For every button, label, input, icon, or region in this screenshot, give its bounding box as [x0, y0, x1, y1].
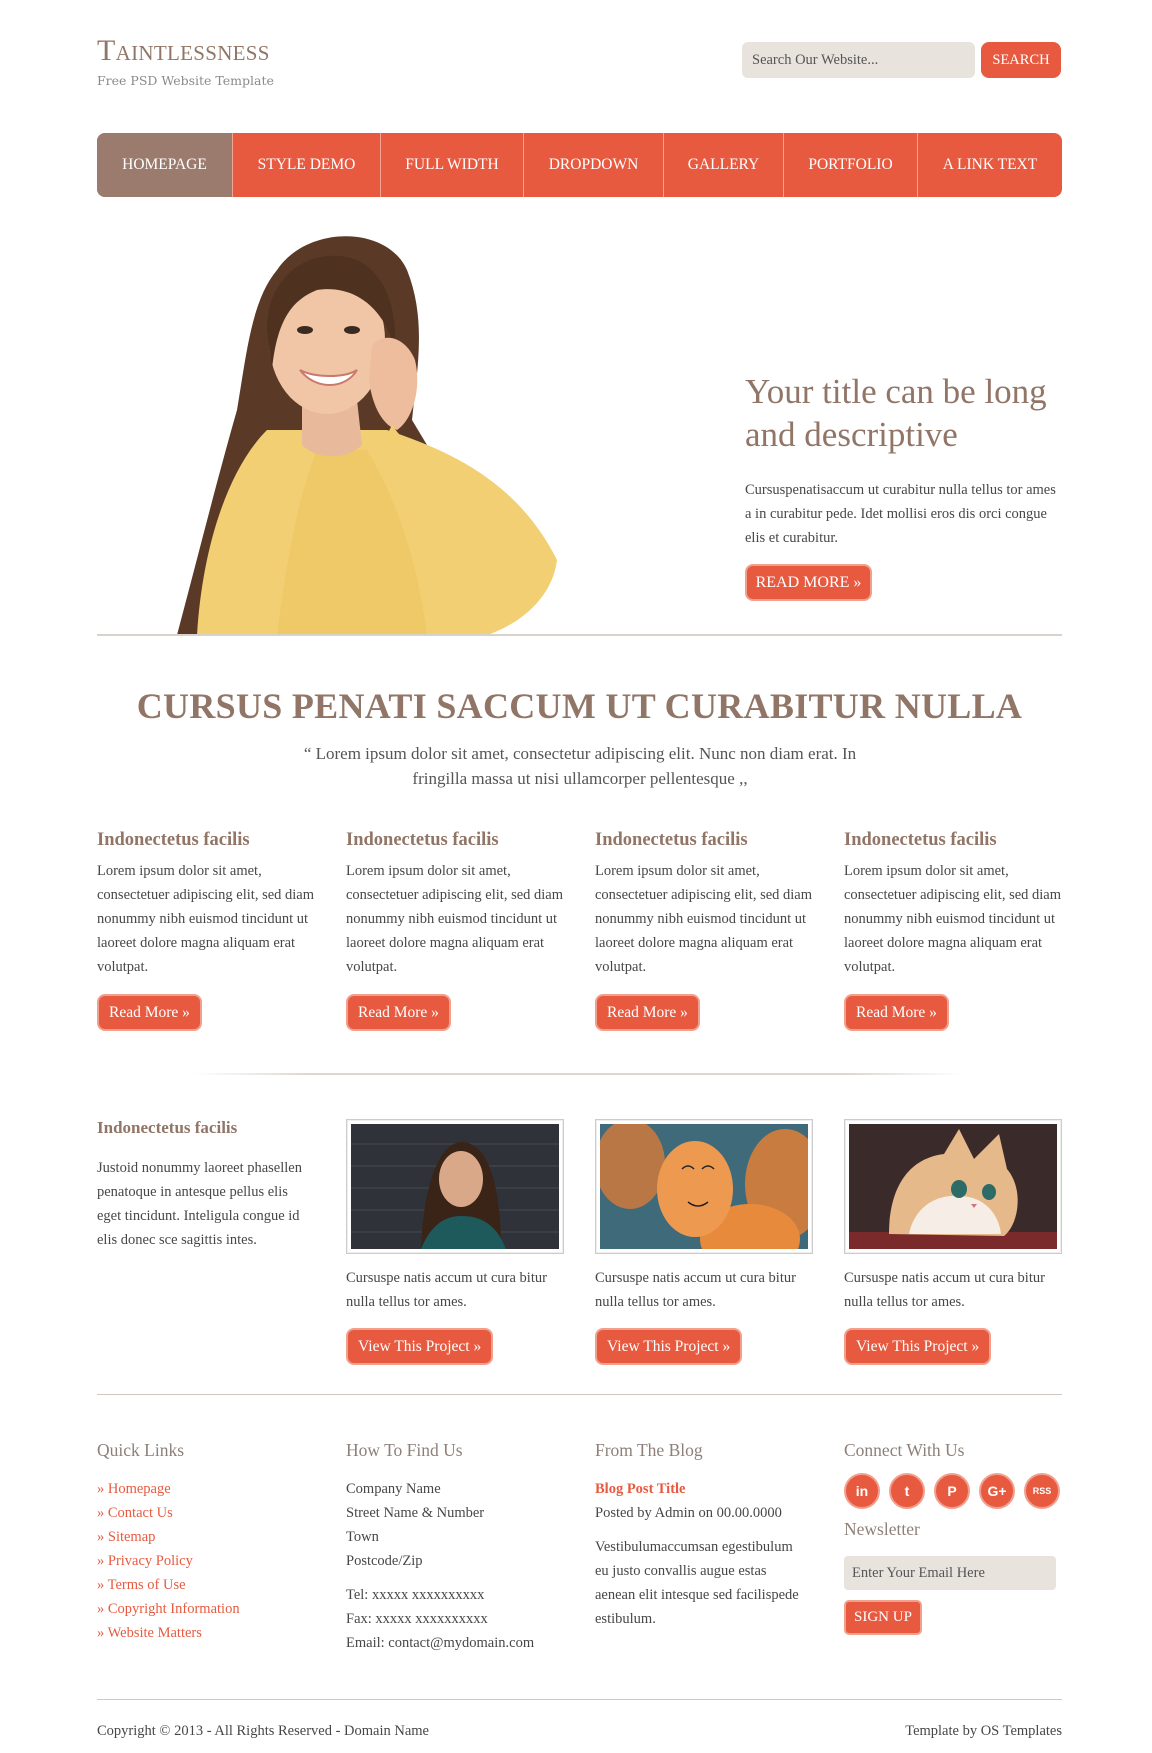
footer-heading: How To Find Us: [346, 1440, 463, 1460]
search-button[interactable]: SEARCH: [981, 42, 1061, 78]
view-project-button[interactable]: View This Project »: [844, 1328, 992, 1365]
contact-line: Fax: xxxxx xxxxxxxxxx: [346, 1611, 488, 1627]
read-more-button[interactable]: Read More »: [346, 994, 451, 1031]
hero-text: Cursuspenatisaccum ut curabitur nulla te…: [745, 482, 1056, 546]
view-project-button[interactable]: View This Project »: [346, 1328, 494, 1365]
feature-text: Lorem ipsum dolor sit amet, consectetuer…: [844, 863, 1062, 975]
nav-item-a-link-text[interactable]: A LINK TEXT: [918, 133, 1062, 197]
feature-column: Indonectetus facilis Lorem ipsum dolor s…: [346, 830, 571, 1031]
twitter-icon[interactable]: t: [889, 1473, 925, 1509]
newsletter-email-input[interactable]: [844, 1556, 1056, 1590]
footer-link-homepage[interactable]: » Homepage: [97, 1477, 322, 1501]
template-credit[interactable]: Template by OS Templates: [905, 1723, 1062, 1740]
blog-post-excerpt: Vestibulumaccumsan egestibulum eu justo …: [595, 1539, 799, 1627]
footer-link-contact[interactable]: » Contact Us: [97, 1501, 322, 1525]
feature-title: Indonectetus facilis: [844, 830, 997, 850]
nav-item-gallery[interactable]: GALLERY: [664, 133, 784, 197]
footer-link-copyright[interactable]: » Copyright Information: [97, 1597, 322, 1621]
intro-quote: “ Lorem ipsum dolor sit amet, consectetu…: [303, 744, 857, 788]
contact-line: Email: contact@mydomain.com: [346, 1635, 535, 1651]
feature-title: Indonectetus facilis: [97, 830, 250, 850]
footer-blog: From The Blog Blog Post Title Posted by …: [595, 1440, 810, 1631]
divider: [97, 1699, 1062, 1700]
nav-item-dropdown[interactable]: DROPDOWN: [524, 133, 664, 197]
nav-item-style-demo[interactable]: STYLE DEMO: [233, 133, 381, 197]
portrait-photo: [351, 1124, 559, 1249]
projects-intro-text: Justoid nonummy laoreet phasellen penato…: [97, 1160, 302, 1248]
feature-text: Lorem ipsum dolor sit amet, consectetuer…: [97, 863, 315, 975]
feature-text: Lorem ipsum dolor sit amet, consectetuer…: [595, 863, 813, 975]
footer-link-sitemap[interactable]: » Sitemap: [97, 1525, 322, 1549]
footer-link-terms[interactable]: » Terms of Use: [97, 1573, 322, 1597]
feature-column: Indonectetus facilis Lorem ipsum dolor s…: [97, 830, 322, 1031]
site-title[interactable]: Taintlessness: [97, 34, 270, 68]
nav-item-full-width[interactable]: FULL WIDTH: [381, 133, 524, 197]
rss-icon[interactable]: RSS: [1024, 1473, 1060, 1509]
project-caption: Cursuspe natis accum ut cura bitur nulla…: [844, 1270, 1045, 1310]
project-caption: Cursuspe natis accum ut cura bitur nulla…: [595, 1270, 796, 1310]
feature-title: Indonectetus facilis: [595, 830, 748, 850]
newsletter-heading: Newsletter: [844, 1519, 920, 1539]
address-line: Town: [346, 1529, 379, 1545]
site-tagline: Free PSD Website Template: [97, 73, 274, 88]
project-card: Cursuspe natis accum ut cura bitur nulla…: [844, 1119, 1062, 1365]
address-line: Street Name & Number: [346, 1505, 485, 1521]
main-nav: HOMEPAGE STYLE DEMO FULL WIDTH DROPDOWN …: [97, 133, 1062, 197]
project-caption: Cursuspe natis accum ut cura bitur nulla…: [346, 1270, 547, 1310]
read-more-button[interactable]: Read More »: [595, 994, 700, 1031]
hero-image: [157, 230, 557, 635]
footer-find-us: How To Find Us Company Name Street Name …: [346, 1440, 571, 1655]
linkedin-icon[interactable]: in: [844, 1473, 880, 1509]
feature-text: Lorem ipsum dolor sit amet, consectetuer…: [346, 863, 564, 975]
blog-post-title[interactable]: Blog Post Title: [595, 1477, 810, 1501]
footer-heading: Quick Links: [97, 1440, 185, 1460]
view-project-button[interactable]: View This Project »: [595, 1328, 743, 1365]
feature-column: Indonectetus facilis Lorem ipsum dolor s…: [844, 830, 1069, 1031]
footer-link-privacy[interactable]: » Privacy Policy: [97, 1549, 322, 1573]
search-input[interactable]: [742, 42, 975, 78]
pinterest-icon[interactable]: P: [934, 1473, 970, 1509]
contact-line: Tel: xxxxx xxxxxxxxxx: [346, 1587, 485, 1603]
footer-heading: Connect With Us: [844, 1440, 965, 1460]
address-line: Postcode/Zip: [346, 1553, 423, 1569]
read-more-button[interactable]: Read More »: [844, 994, 949, 1031]
google-plus-icon[interactable]: G+: [979, 1473, 1015, 1509]
footer-connect: Connect With Us in t P G+ RSS Newsletter…: [844, 1440, 1069, 1635]
blog-post-meta: Posted by Admin on 00.00.0000: [595, 1505, 782, 1521]
divider: [193, 1073, 963, 1075]
divider: [97, 1394, 1062, 1395]
footer-heading: From The Blog: [595, 1440, 703, 1460]
social-links: in t P G+ RSS: [844, 1473, 1069, 1509]
project-thumbnail[interactable]: [346, 1119, 564, 1254]
eggs-photo: [600, 1124, 808, 1249]
sign-up-button[interactable]: SIGN UP: [844, 1600, 922, 1635]
intro-heading: CURSUS PENATI SACCUM UT CURABITUR NULLA: [136, 686, 1023, 726]
project-card: Cursuspe natis accum ut cura bitur nulla…: [595, 1119, 813, 1365]
project-card: Cursuspe natis accum ut cura bitur nulla…: [346, 1119, 564, 1365]
feature-column: Indonectetus facilis Lorem ipsum dolor s…: [595, 830, 820, 1031]
divider: [97, 634, 1062, 636]
nav-item-homepage[interactable]: HOMEPAGE: [97, 133, 233, 197]
project-thumbnail[interactable]: [595, 1119, 813, 1254]
hero-read-more-button[interactable]: READ MORE »: [745, 564, 872, 601]
read-more-button[interactable]: Read More »: [97, 994, 202, 1031]
nav-item-portfolio[interactable]: PORTFOLIO: [784, 133, 918, 197]
feature-title: Indonectetus facilis: [346, 830, 499, 850]
hero-title: Your title can be long and descriptive: [745, 372, 1047, 454]
copyright-text: Copyright © 2013 - All Rights Reserved -…: [97, 1723, 429, 1739]
footer-link-website-matters[interactable]: » Website Matters: [97, 1621, 322, 1645]
address-line: Company Name: [346, 1481, 441, 1497]
project-thumbnail[interactable]: [844, 1119, 1062, 1254]
projects-intro: Indonectetus facilis Justoid nonummy lao…: [97, 1118, 312, 1252]
footer-quick-links: Quick Links » Homepage » Contact Us » Si…: [97, 1440, 322, 1645]
projects-intro-title: Indonectetus facilis: [97, 1118, 238, 1137]
kitten-photo: [849, 1124, 1057, 1249]
